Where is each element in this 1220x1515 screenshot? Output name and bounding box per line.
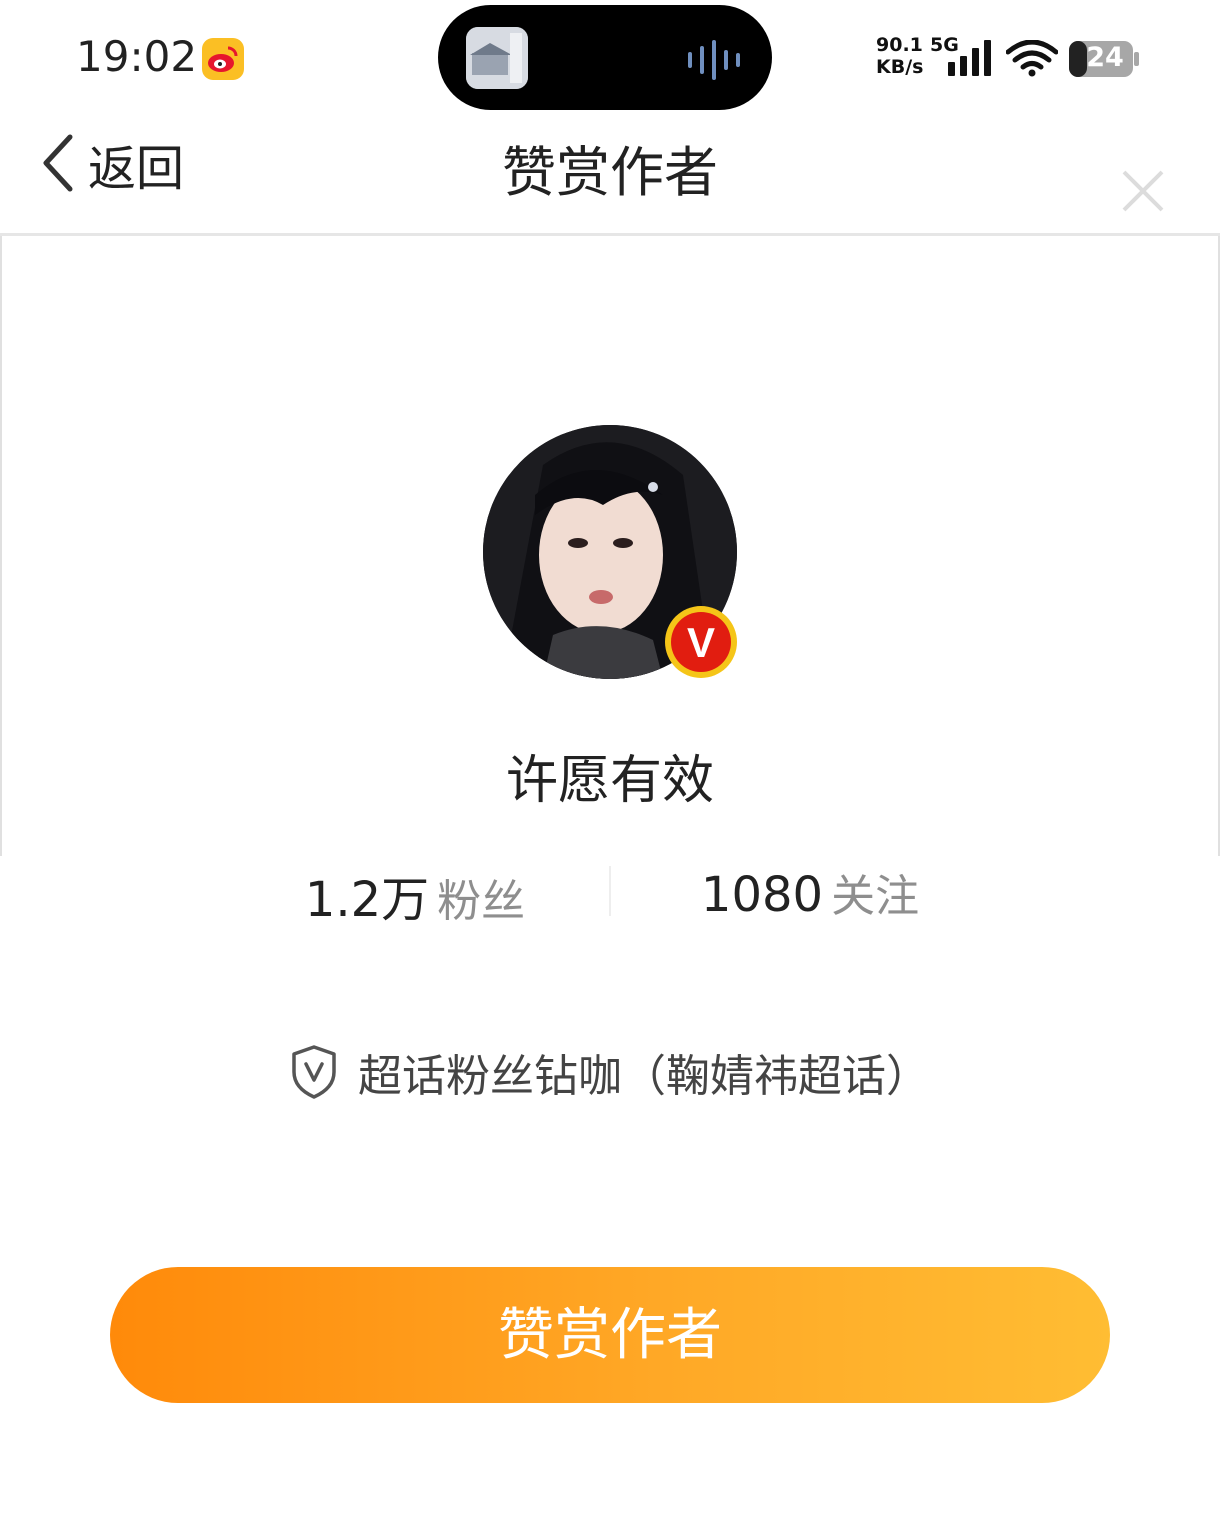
followers-count: 1.2万 bbox=[304, 872, 430, 928]
header-divider bbox=[0, 233, 1220, 236]
status-time: 19:02 bbox=[76, 32, 198, 81]
battery-level: 24 bbox=[1086, 42, 1124, 73]
verified-badge: V bbox=[665, 606, 737, 678]
page-title: 赞赏作者 bbox=[502, 141, 718, 204]
fan-level-row: 超话粉丝钻咖（鞠婧祎超话） bbox=[0, 1040, 1220, 1104]
audio-wave-icon bbox=[686, 40, 742, 80]
following-stat[interactable]: 1080 关注 bbox=[655, 860, 965, 924]
stats-divider bbox=[609, 866, 611, 916]
fan-level-text: 超话粉丝钻咖（鞠婧祎超话） bbox=[358, 1051, 930, 1102]
followers-stat[interactable]: 1.2万 粉丝 bbox=[260, 860, 570, 930]
shield-icon bbox=[290, 1044, 338, 1100]
followers-label: 粉丝 bbox=[437, 876, 526, 927]
wifi-icon bbox=[1005, 39, 1059, 78]
close-icon[interactable] bbox=[1118, 166, 1168, 216]
media-thumbnail[interactable] bbox=[466, 27, 528, 89]
reward-author-button[interactable]: 赞赏作者 bbox=[110, 1267, 1110, 1403]
network-speed: 90.1 KB/s bbox=[876, 34, 938, 78]
following-count: 1080 bbox=[700, 867, 824, 923]
network-speed-value: 90.1 bbox=[876, 34, 923, 56]
following-label: 关注 bbox=[831, 871, 920, 922]
signal-icon bbox=[946, 40, 996, 78]
username[interactable]: 许愿有效 bbox=[0, 738, 1220, 813]
verified-v-icon: V bbox=[671, 612, 731, 672]
network-speed-unit: KB/s bbox=[876, 56, 924, 78]
weibo-app-icon bbox=[202, 38, 244, 80]
